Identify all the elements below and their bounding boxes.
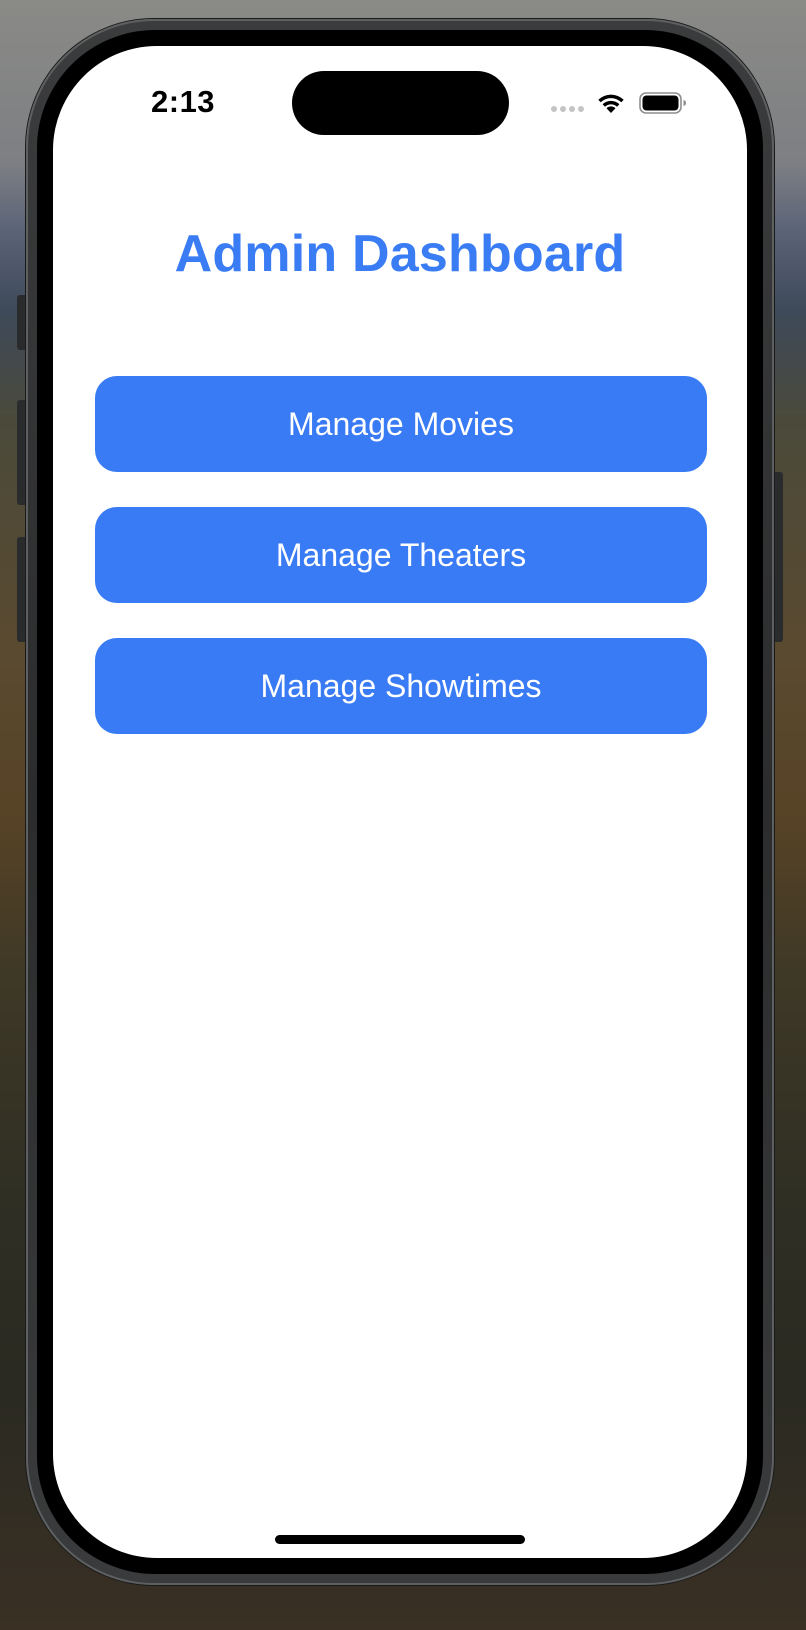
status-bar: 2:13	[53, 46, 747, 156]
phone-screen: 2:13 Admin Dashboard Manage Movies Manag…	[53, 46, 747, 1558]
wifi-icon	[598, 94, 624, 113]
cellular-signal-icon	[551, 106, 587, 112]
side-power-button	[773, 472, 783, 642]
battery-icon	[639, 92, 686, 114]
home-indicator[interactable]	[275, 1535, 525, 1544]
dynamic-island	[292, 71, 509, 135]
admin-menu: Manage Movies Manage Theaters Manage Sho…	[95, 376, 707, 769]
page-title: Admin Dashboard	[174, 225, 626, 283]
manage-movies-button[interactable]: Manage Movies	[95, 376, 707, 472]
manage-showtimes-button[interactable]: Manage Showtimes	[95, 638, 707, 734]
manage-theaters-button[interactable]: Manage Theaters	[95, 507, 707, 603]
status-time: 2:13	[151, 84, 216, 119]
